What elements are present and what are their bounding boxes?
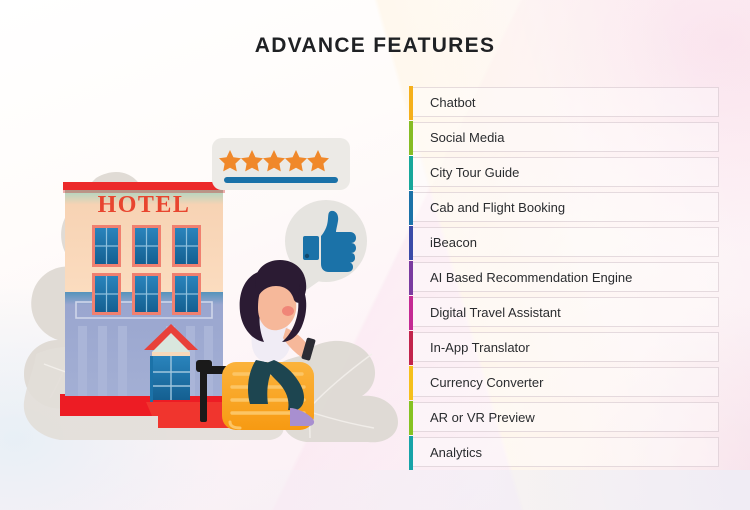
page-title: ADVANCE FEATURES xyxy=(254,34,496,57)
feature-accent-bar xyxy=(409,191,413,225)
feature-accent-bar xyxy=(409,156,413,190)
feature-label: City Tour Guide xyxy=(430,164,520,180)
feature-accent-bar xyxy=(409,331,413,365)
hotel-illustration: HOTEL xyxy=(0,60,410,460)
feature-label: Digital Travel Assistant xyxy=(430,304,561,320)
feature-row-social-media[interactable]: Social Media xyxy=(409,121,719,155)
feature-accent-bar xyxy=(409,296,413,330)
feature-accent-bar xyxy=(409,226,413,260)
feature-row-ibeacon[interactable]: iBeacon xyxy=(409,226,719,260)
feature-accent-bar xyxy=(409,401,413,435)
feature-label: Analytics xyxy=(430,444,483,460)
feature-row-in-app-translator[interactable]: In-App Translator xyxy=(409,331,719,365)
infographic-page: ADVANCE FEATURES HOTEL Chatbot Social Me… xyxy=(0,0,750,510)
background-bottom-strip xyxy=(0,470,750,510)
feature-label: Cab and Flight Booking xyxy=(430,199,566,215)
review-rating-card xyxy=(212,138,350,190)
feature-accent-bar xyxy=(409,366,413,400)
feature-label: AI Based Recommendation Engine xyxy=(430,269,633,285)
feature-row-currency-converter[interactable]: Currency Converter xyxy=(409,366,719,400)
feature-row-cab-and-flight-booking[interactable]: Cab and Flight Booking xyxy=(409,191,719,225)
feature-accent-bar xyxy=(409,86,413,120)
features-list: Chatbot Social Media City Tour Guide Cab… xyxy=(409,86,719,472)
feature-row-ai-based-recommendation-engine[interactable]: AI Based Recommendation Engine xyxy=(409,261,719,295)
feature-accent-bar xyxy=(409,121,413,155)
feature-row-analytics[interactable]: Analytics xyxy=(409,436,719,470)
feature-row-chatbot[interactable]: Chatbot xyxy=(409,86,719,120)
feature-label: Social Media xyxy=(430,129,505,145)
hotel-sign-text: HOTEL xyxy=(98,192,191,218)
feature-accent-bar xyxy=(409,261,413,295)
feature-row-city-tour-guide[interactable]: City Tour Guide xyxy=(409,156,719,190)
feature-label: AR or VR Preview xyxy=(430,409,535,425)
feature-row-digital-travel-assistant[interactable]: Digital Travel Assistant xyxy=(409,296,719,330)
feature-accent-bar xyxy=(409,436,413,470)
feature-label: Currency Converter xyxy=(430,374,544,390)
feature-label: Chatbot xyxy=(430,94,476,110)
feature-label: iBeacon xyxy=(430,234,477,250)
review-bar xyxy=(224,177,338,183)
feature-label: In-App Translator xyxy=(430,339,530,355)
feature-row-ar-or-vr-preview[interactable]: AR or VR Preview xyxy=(409,401,719,435)
